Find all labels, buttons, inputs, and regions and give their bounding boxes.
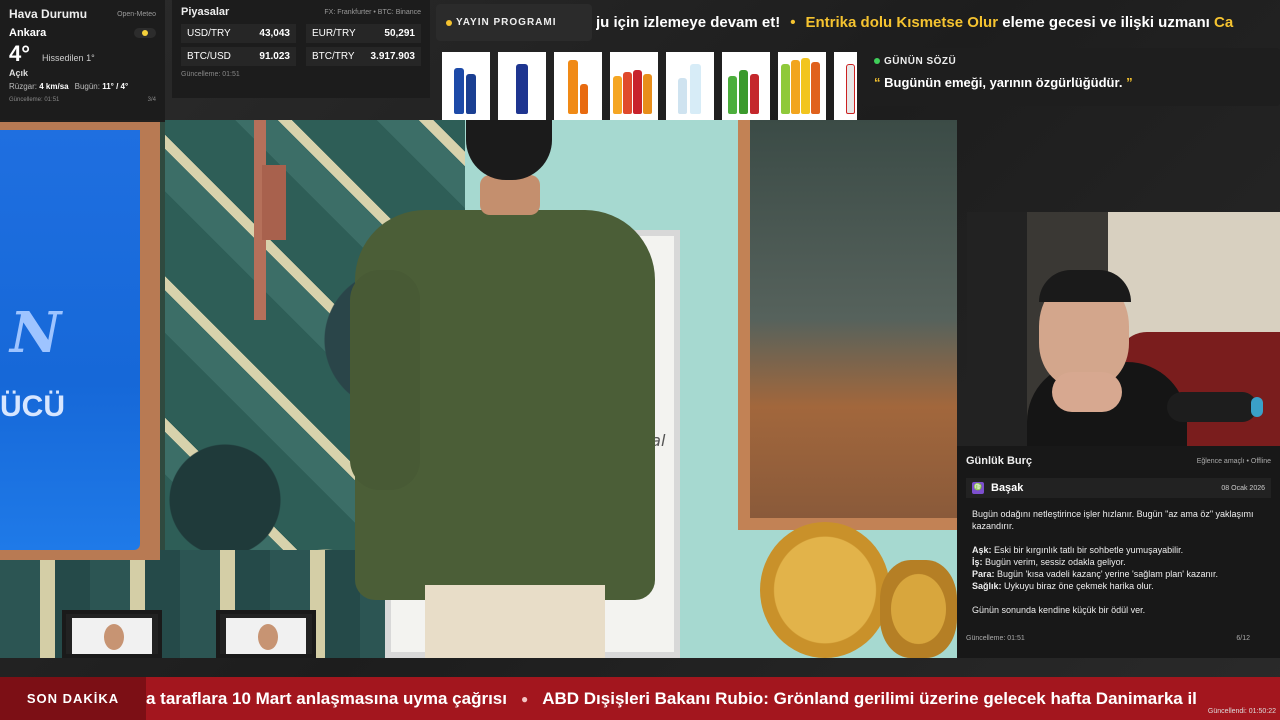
wall-mirror: [738, 120, 957, 530]
tv-broadcast-video: N ÜCÜ nal: [0, 120, 957, 658]
horoscope-love: Aşk: Eski bir kırgınlık tatlı bir sohbet…: [972, 545, 1184, 555]
product-image: [666, 52, 714, 120]
webcam-person-hand: [1052, 372, 1122, 412]
weather-widget: Hava Durumu Open-Meteo Ankara 4° Hissedi…: [0, 0, 165, 122]
markets-updated: Güncelleme: 01:51: [181, 71, 240, 78]
bullet-icon: •: [790, 14, 796, 31]
virgo-icon: ♍: [972, 482, 984, 494]
horoscope-title: Günlük Burç: [966, 455, 1033, 467]
product-image: [554, 52, 602, 120]
weather-feels-like: Hissedilen 1°: [42, 53, 95, 63]
product-image: [498, 52, 546, 120]
horoscope-meta: Eğlence amaçlı • Offline: [1196, 457, 1271, 465]
show-logo-mark: N: [10, 300, 62, 366]
news-item: ABD Dışişleri Bakanı Rubio: Grönland ger…: [542, 689, 1197, 708]
glass-vase: [760, 522, 890, 658]
rate-btc-usd: BTC/USD 91.023: [181, 47, 296, 66]
horoscope-updated: Güncelleme: 01:51: [966, 635, 1025, 642]
rate-usd-try: USD/TRY 43,043: [181, 24, 296, 43]
news-item: a taraflara 10 Mart anlaşmasına uyma çağ…: [146, 689, 507, 708]
quote-title: GÜNÜN SÖZÜ: [884, 56, 957, 67]
markets-widget: Piyasalar FX: Frankfurter • BTC: Binance…: [172, 0, 430, 98]
rate-eur-try: EUR/TRY 50,291: [306, 24, 421, 43]
program-ticker: ju için izlemeye devam et! • Entrika dolu …: [596, 4, 1280, 41]
quote-open-icon: “: [874, 75, 881, 90]
horoscope-intro: Bugün odağını netleştirince işler hızlan…: [972, 509, 1254, 531]
weather-updated: Güncelleme: 01:51: [9, 97, 60, 103]
photo-frame: [216, 610, 316, 658]
product-image: [610, 52, 658, 120]
horoscope-work: İş: Bugün verim, sessiz odakla geliyor.: [972, 557, 1126, 567]
quote-close-icon: ”: [1126, 75, 1133, 90]
wall-fixture: [262, 165, 286, 240]
program-ticker-text: ju için izlemeye devam et!: [596, 14, 781, 31]
horoscope-money: Para: Bugün 'kısa vadeli kazanç' yerine …: [972, 569, 1219, 579]
breaking-news-bar: SON DAKİKA a taraflara 10 Mart anlaşması…: [0, 677, 1280, 720]
photo-frame: [62, 610, 162, 658]
weather-title: Hava Durumu: [9, 7, 88, 21]
product-image: [722, 52, 770, 120]
weather-today: Bugün: 11° / 4°: [74, 82, 129, 91]
live-dot-icon: [446, 20, 452, 26]
weather-condition: Açık: [9, 68, 29, 78]
program-ticker-text: eleme gecesi ve ilişki uzmanı: [1002, 14, 1210, 31]
weather-temperature: 4°: [9, 41, 31, 66]
program-ticker-highlight: Ca: [1214, 14, 1234, 31]
weather-city: Ankara: [9, 27, 47, 39]
news-updated: Güncellendi: 01:50:22: [1207, 708, 1276, 715]
rate-btc-try: BTC/TRY 3.917.903: [306, 47, 421, 66]
quote-text: Bugünün emeği, yarının özgürlüğüdür.: [884, 75, 1123, 90]
weather-source: Open-Meteo: [117, 10, 156, 18]
webcam-person-hair: [1039, 270, 1131, 302]
webcam-shelf: [967, 212, 1027, 446]
horoscope-body: Bugün odağını netleştirince işler hızlan…: [966, 508, 1271, 616]
product-image: [442, 52, 490, 120]
product-image: [834, 52, 857, 120]
sponsor-product-strip: [442, 52, 857, 120]
weather-page: 3/4: [147, 97, 156, 103]
horoscope-date: 08 Ocak 2026: [1221, 484, 1265, 492]
stream-overlay: N ÜCÜ nal Hava Durumu Open-Meteo Ankara: [0, 0, 1280, 720]
glass-vase: [880, 560, 957, 658]
daily-horoscope-widget: Günlük Burç Eğlence amaçlı • Offline ♍ B…: [957, 446, 1280, 658]
photo-frames: [0, 595, 330, 658]
markets-source: FX: Frankfurter • BTC: Binance: [324, 8, 421, 16]
weather-wind: Rüzgar: 4 km/sa: [9, 82, 69, 91]
program-badge: YAYIN PROGRAMI: [436, 4, 592, 41]
streamer-webcam: [967, 212, 1280, 446]
person-legs: [425, 585, 605, 658]
breaking-news-ticker: a taraflara 10 Mart anlaşmasına uyma çağ…: [146, 677, 1280, 720]
horoscope-page: 6/12: [1236, 635, 1250, 642]
product-image: [778, 52, 826, 120]
show-logo-sign: N ÜCÜ: [0, 120, 160, 560]
person-arm: [350, 270, 420, 490]
markets-title: Piyasalar: [181, 6, 230, 18]
quote-of-the-day: GÜNÜN SÖZÜ “ Bugünün emeği, yarının özgü…: [862, 48, 1280, 106]
microphone-icon: [1167, 392, 1263, 422]
show-logo-text: ÜCÜ: [0, 390, 65, 423]
program-label: YAYIN PROGRAMI: [456, 17, 557, 28]
live-dot-icon: [874, 58, 880, 64]
bullet-icon: ●: [520, 692, 529, 707]
horoscope-health: Sağlık: Uykuyu biraz öne çekmek harika o…: [972, 581, 1154, 591]
sun-icon: [134, 28, 156, 38]
horoscope-outro: Günün sonunda kendine küçük bir ödül ver…: [972, 605, 1146, 615]
program-ticker-highlight: Entrika dolu Kısmetse Olur: [805, 14, 999, 31]
breaking-news-label: SON DAKİKA: [0, 677, 146, 720]
person-neck: [480, 175, 540, 215]
horoscope-sign: Başak: [991, 482, 1024, 494]
